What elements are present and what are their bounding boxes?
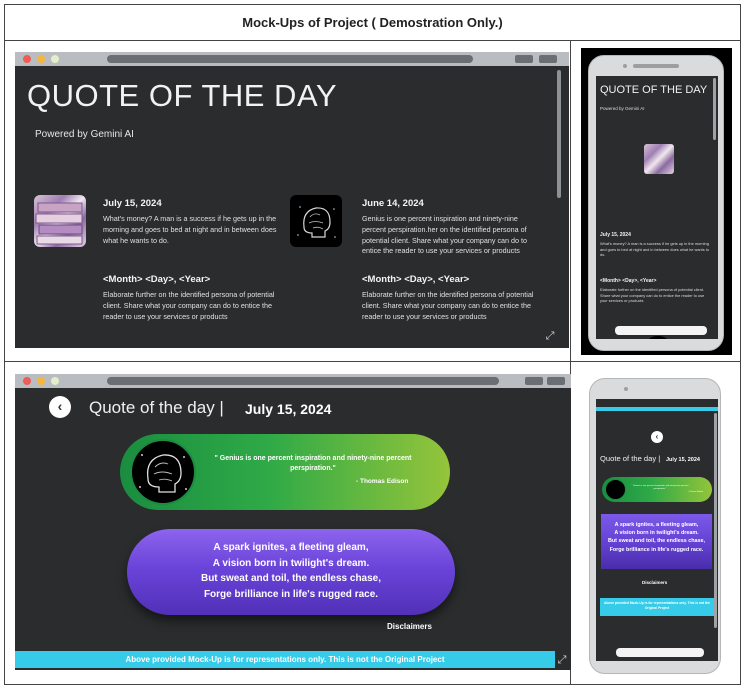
disclaimers-link[interactable]: Disclaimers bbox=[642, 580, 667, 585]
phone-screen: ‹ Quote of the day | July 15, 2024 " Gen… bbox=[596, 399, 718, 661]
expand-icon[interactable]: ⤢ bbox=[543, 329, 557, 343]
card-text: Elaborate further on the identified pers… bbox=[362, 290, 534, 321]
home-bar[interactable] bbox=[616, 648, 704, 657]
row-divider bbox=[5, 361, 740, 362]
scrollbar[interactable] bbox=[713, 78, 716, 140]
browser-button[interactable] bbox=[539, 55, 557, 63]
quote-card[interactable]: " Genius is one percent inspiration and … bbox=[602, 477, 712, 502]
poem-line: A spark ignites, a fleeting gleam, bbox=[614, 522, 699, 528]
top-banner bbox=[596, 407, 718, 411]
card-text: Genius is one percent inspiration and ni… bbox=[362, 214, 528, 256]
card-date: July 15, 2024 bbox=[103, 198, 162, 209]
quote-author: - Thomas Edison bbox=[356, 478, 409, 485]
page-title: QUOTE OF THE DAY bbox=[600, 84, 708, 96]
desktop-mockup-home: QUOTE OF THE DAY Powered by Gemini AI Ju… bbox=[15, 52, 569, 348]
browser-button[interactable] bbox=[547, 377, 565, 385]
browser-button[interactable] bbox=[515, 55, 533, 63]
poem-card[interactable]: A spark ignites, a fleeting gleam, A vis… bbox=[127, 529, 455, 615]
quote-thumbnail-money[interactable] bbox=[644, 144, 674, 174]
mockups-table: Mock-Ups of Project ( Demostration Only.… bbox=[4, 4, 741, 685]
browser-titlebar bbox=[15, 52, 569, 66]
disclaimer-banner: Above provided Mock-Up is for representa… bbox=[600, 598, 714, 616]
card-date: <Month> <Day>, <Year> bbox=[103, 274, 211, 285]
poem-line: But sweat and toil, the endless chase, bbox=[607, 538, 706, 545]
browser-titlebar bbox=[15, 374, 571, 388]
brain-head-icon bbox=[139, 454, 187, 493]
home-bar[interactable] bbox=[615, 326, 707, 335]
minimize-window-icon[interactable] bbox=[37, 55, 45, 63]
table-heading: Mock-Ups of Project ( Demostration Only.… bbox=[5, 5, 740, 41]
brain-head-image bbox=[130, 439, 196, 505]
quote-text: " Genius is one percent inspiration and … bbox=[214, 455, 412, 472]
phone-screen: QUOTE OF THE DAY Powered by Gemini AI Ju… bbox=[596, 76, 718, 339]
brain-head-icon bbox=[605, 479, 626, 500]
back-button[interactable]: ‹ bbox=[49, 396, 71, 418]
powered-by-text: Powered by Gemini AI bbox=[600, 106, 645, 111]
powered-by-text: Powered by Gemini AI bbox=[35, 129, 134, 140]
expand-icon[interactable]: ⤢ bbox=[555, 653, 569, 667]
card-date: <Month> <Day>, <Year> bbox=[600, 278, 657, 284]
quote-card[interactable]: " Genius is one percent inspiration and … bbox=[120, 434, 450, 510]
scrollbar[interactable] bbox=[714, 413, 717, 628]
poem-card[interactable]: A spark ignites, a fleeting gleam, A vis… bbox=[601, 514, 712, 569]
quote-date: July 15, 2024 bbox=[666, 457, 700, 463]
card-text: What's money? A man is a success if he g… bbox=[103, 214, 277, 245]
poem-text: A spark ignites, a fleeting gleam, A vis… bbox=[127, 540, 455, 602]
browser-button[interactable] bbox=[525, 377, 543, 385]
phone-speaker bbox=[633, 64, 679, 68]
card-date: June 14, 2024 bbox=[362, 198, 424, 209]
card-date: <Month> <Day>, <Year> bbox=[362, 274, 470, 285]
quote-text: " Genius is one percent inspiration and … bbox=[631, 485, 689, 490]
poem-line: A vision born in twilight's dream. bbox=[212, 557, 370, 569]
maximize-window-icon[interactable] bbox=[51, 55, 59, 63]
phone-camera bbox=[624, 387, 628, 391]
address-bar[interactable] bbox=[107, 377, 499, 385]
poem-line: A vision born in twilight's dream. bbox=[614, 530, 699, 537]
disclaimer-banner: Above provided Mock-Up is for representa… bbox=[15, 651, 555, 668]
card-text: Elaborate further on the identified pers… bbox=[600, 287, 705, 304]
desktop-mockup-detail: ‹ Quote of the day | July 15, 2024 " Gen… bbox=[15, 374, 571, 670]
poem-line: But sweat and toil, the endless chase, bbox=[200, 573, 382, 584]
phone-mockup-detail: ‹ Quote of the day | July 15, 2024 " Gen… bbox=[589, 378, 721, 674]
quote-thumbnail-brain[interactable] bbox=[645, 336, 671, 339]
scrollbar[interactable] bbox=[557, 70, 561, 198]
poem-line: Forge brilliance in life's rugged race. bbox=[609, 546, 704, 553]
back-button[interactable]: ‹ bbox=[651, 431, 663, 443]
money-stack-icon bbox=[35, 202, 83, 245]
quote-date: July 15, 2024 bbox=[245, 401, 332, 417]
close-window-icon[interactable] bbox=[23, 55, 31, 63]
close-window-icon[interactable] bbox=[23, 377, 31, 385]
quote-author: - Thomas Edison bbox=[688, 491, 704, 493]
phone-mockup-home: QUOTE OF THE DAY Powered by Gemini AI Ju… bbox=[588, 55, 724, 351]
page-title: Quote of the day | bbox=[89, 398, 224, 417]
brain-head-icon bbox=[291, 196, 341, 246]
quote-thumbnail-brain[interactable] bbox=[290, 195, 342, 247]
page-title: QUOTE OF THE DAY bbox=[27, 78, 337, 113]
disclaimers-link[interactable]: Disclaimers bbox=[387, 622, 432, 631]
poem-line: A spark ignites, a fleeting gleam, bbox=[213, 542, 369, 553]
maximize-window-icon[interactable] bbox=[51, 377, 59, 385]
card-text: Elaborate further on the identified pers… bbox=[103, 290, 275, 321]
card-date: July 15, 2024 bbox=[600, 232, 631, 238]
address-bar[interactable] bbox=[107, 55, 473, 63]
page-title: Quote of the day | bbox=[600, 454, 661, 463]
minimize-window-icon[interactable] bbox=[37, 377, 45, 385]
poem-text: A spark ignites, a fleeting gleam, A vis… bbox=[601, 521, 712, 554]
card-text: What's money? A man is a success if he g… bbox=[600, 241, 710, 258]
poem-line: Forge brilliance in life's rugged race. bbox=[203, 588, 379, 600]
quote-thumbnail-money[interactable] bbox=[34, 195, 86, 247]
phone-camera bbox=[623, 64, 627, 68]
